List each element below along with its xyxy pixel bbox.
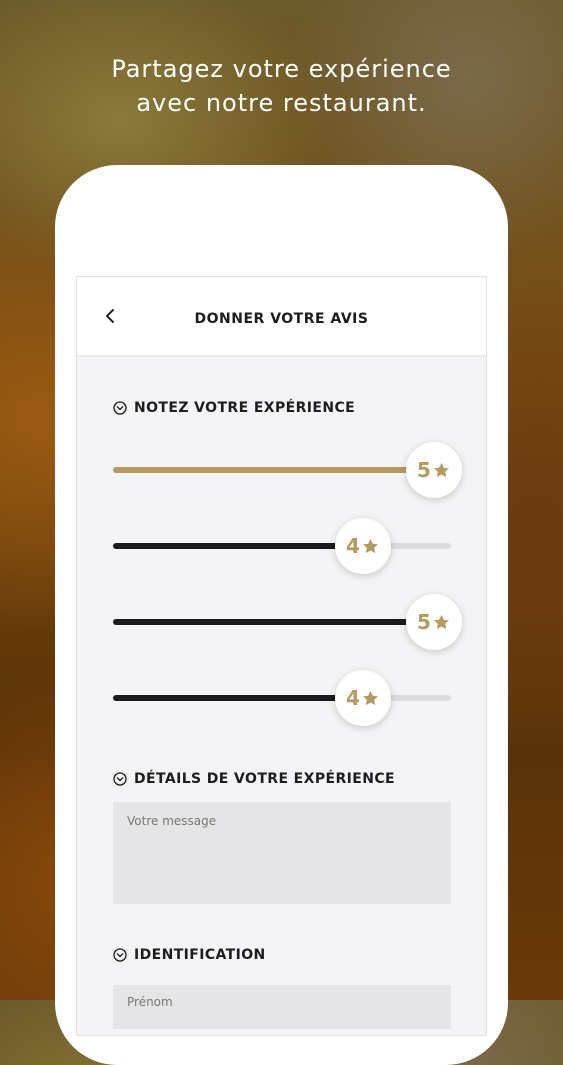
headline: Partagez votre expérience avec notre res… [0, 52, 563, 120]
app-bar: DONNER VOTRE AVIS [77, 277, 486, 355]
details-section-title: DÉTAILS DE VOTRE EXPÉRIENCE [134, 771, 395, 787]
star-icon [362, 690, 378, 705]
slider-thumb[interactable]: 4 [335, 670, 391, 726]
slider-thumb[interactable]: 5 [406, 594, 462, 650]
rating-value: 5 [417, 458, 431, 482]
rating-value: 4 [346, 686, 360, 710]
rating-slider-3[interactable]: 5 [113, 594, 462, 650]
rating-slider-1[interactable]: 5 [113, 442, 462, 498]
rating-value: 4 [346, 534, 360, 558]
star-icon [433, 614, 449, 629]
firstname-field[interactable] [113, 985, 451, 1029]
headline-line-2: avec notre restaurant. [136, 89, 427, 117]
rating-slider-4[interactable]: 4 [113, 670, 451, 726]
page-title: DONNER VOTRE AVIS [194, 311, 369, 327]
chevron-down-circle-icon [113, 948, 127, 962]
chevron-down-circle-icon [113, 772, 127, 786]
slider-thumb[interactable]: 5 [406, 442, 462, 498]
slider-fill [113, 543, 363, 549]
identification-section-header[interactable]: IDENTIFICATION [113, 944, 266, 966]
slider-fill [113, 467, 434, 473]
star-icon [433, 462, 449, 477]
rating-section-title: NOTEZ VOTRE EXPÉRIENCE [134, 400, 356, 416]
details-section-header[interactable]: DÉTAILS DE VOTRE EXPÉRIENCE [113, 768, 395, 790]
rating-value: 5 [417, 610, 431, 634]
chevron-down-circle-icon [113, 401, 127, 415]
message-textarea[interactable] [113, 802, 451, 904]
star-icon [362, 538, 378, 553]
headline-line-1: Partagez votre expérience [111, 55, 452, 83]
identification-section-title: IDENTIFICATION [134, 947, 266, 963]
slider-fill [113, 695, 363, 701]
slider-fill [113, 619, 434, 625]
rating-slider-2[interactable]: 4 [113, 518, 451, 574]
app-screen: DONNER VOTRE AVIS NOTEZ VOTRE EXPÉRIENCE… [76, 276, 487, 1036]
rating-section-header[interactable]: NOTEZ VOTRE EXPÉRIENCE [113, 397, 355, 419]
slider-thumb[interactable]: 4 [335, 518, 391, 574]
